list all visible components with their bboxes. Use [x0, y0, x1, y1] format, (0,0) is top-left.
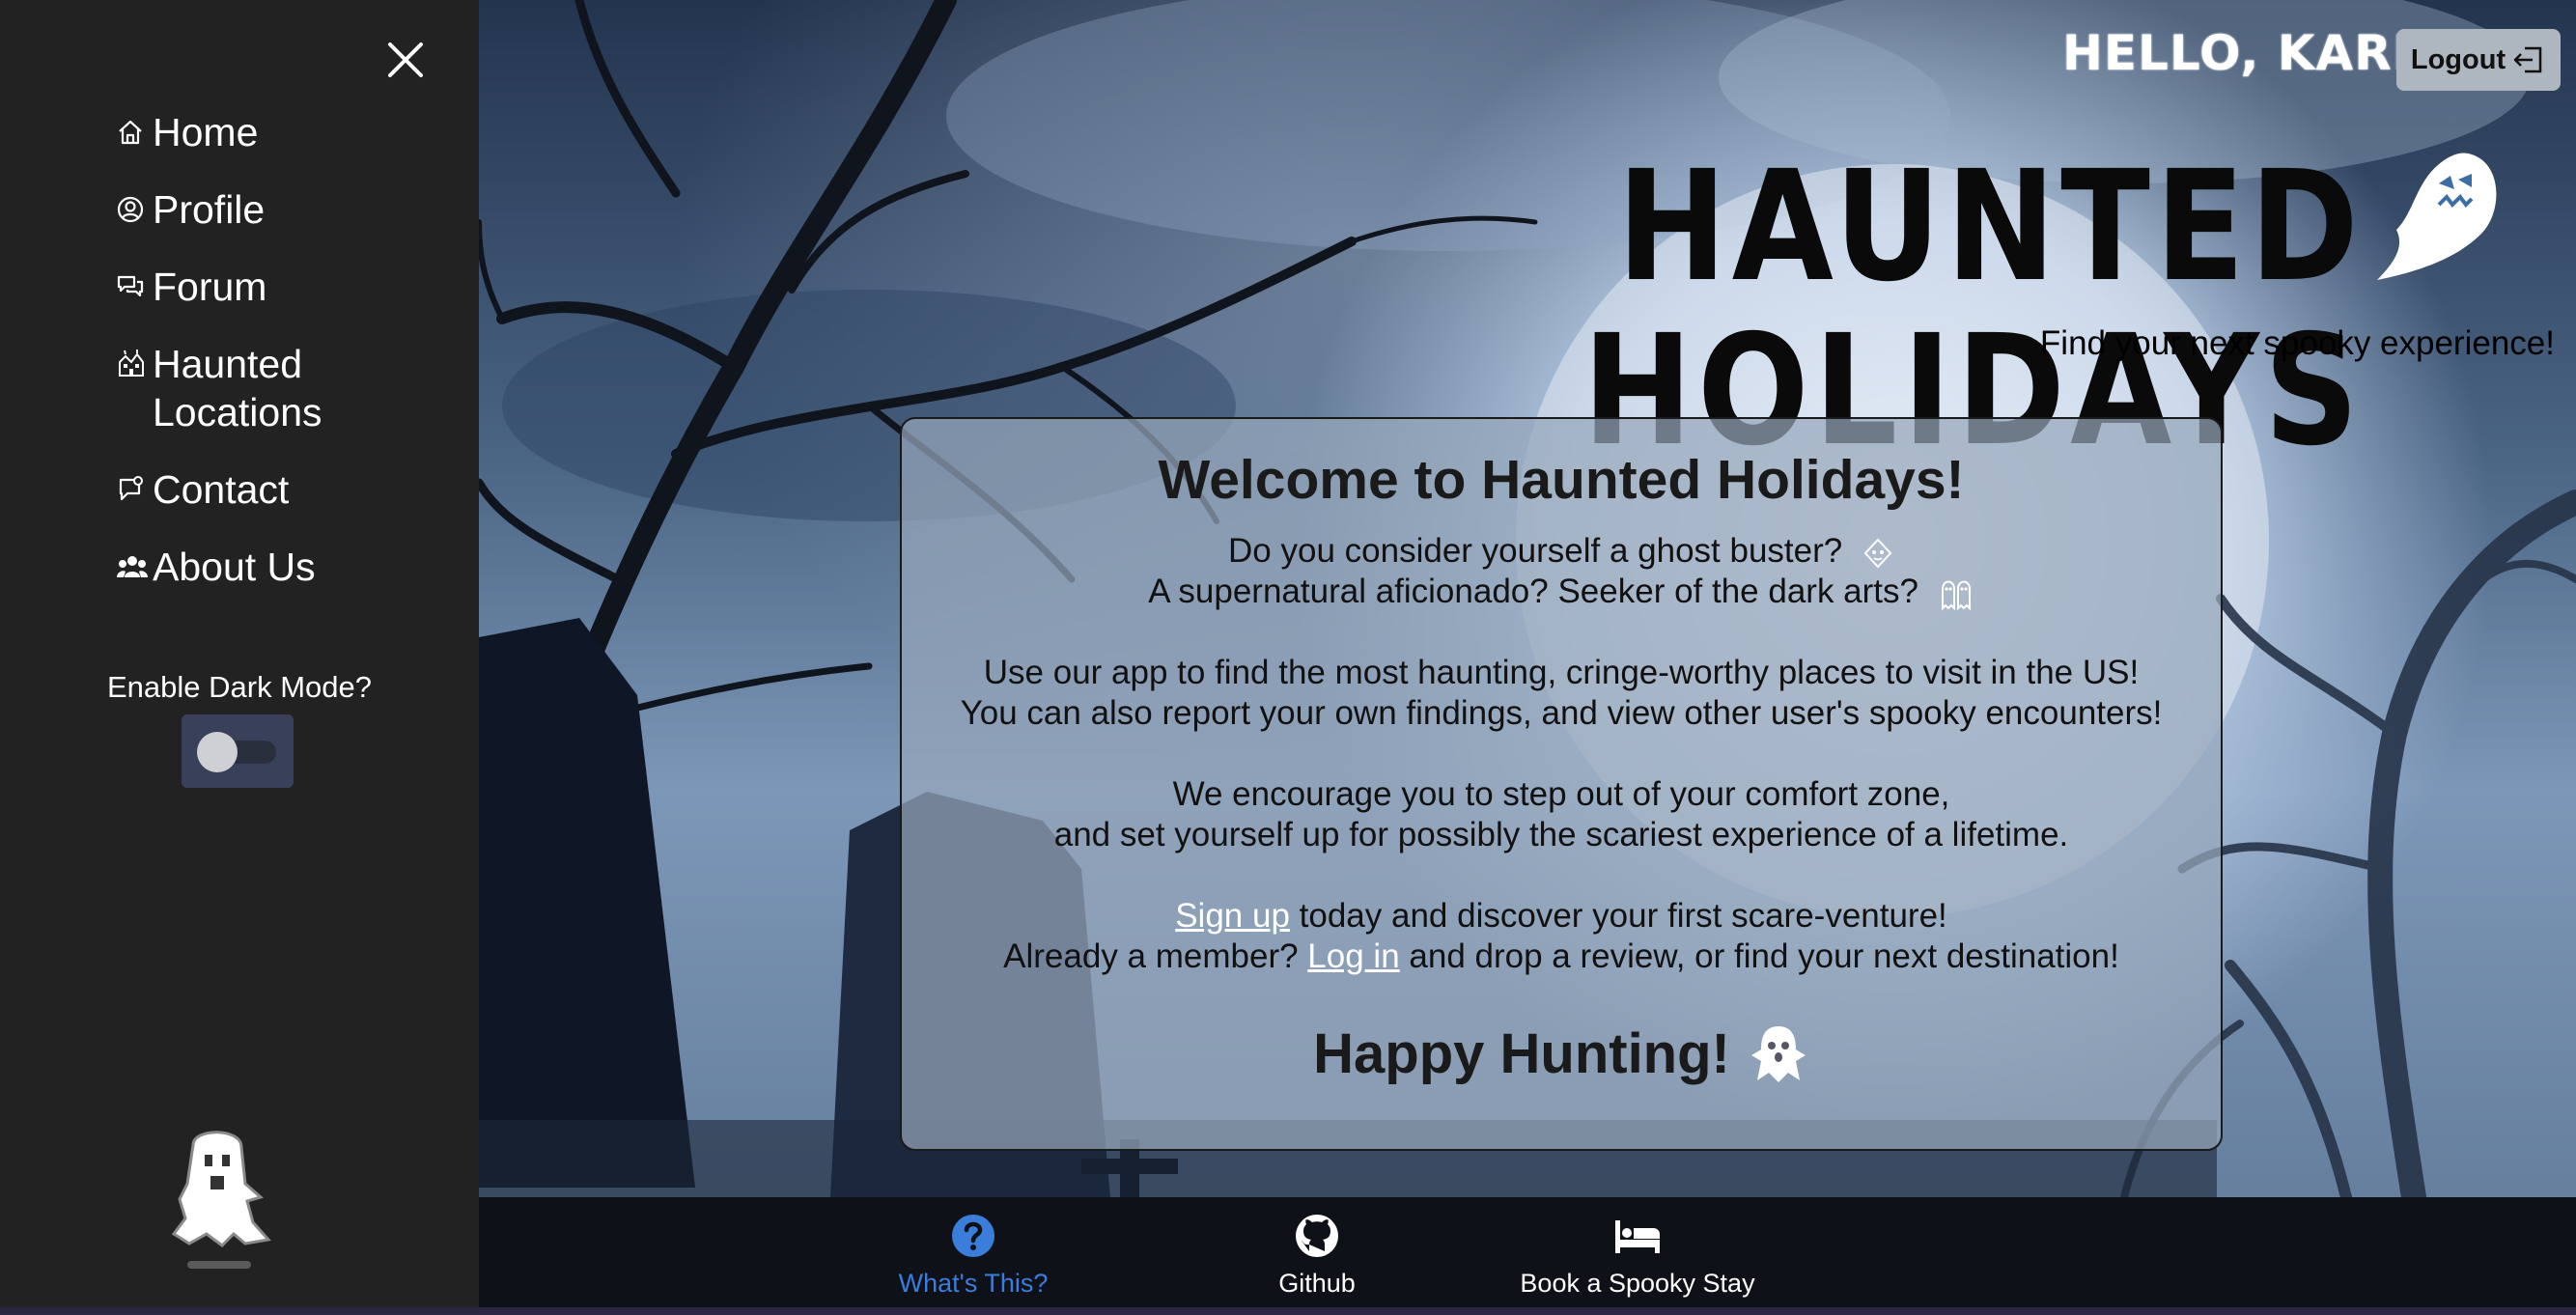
toggle-knob: [197, 732, 238, 772]
welcome-line: Use our app to find the most haunting, c…: [983, 654, 2140, 691]
login-line: Already a member? Log in and drop a revi…: [1003, 937, 2119, 975]
sidebar-item-label: Contact: [153, 467, 290, 512]
sidebar-item-label: About Us: [153, 545, 316, 589]
footer-edge: [0, 1307, 2576, 1315]
sidebar-item-label: Home: [153, 110, 259, 154]
welcome-card: Welcome to Haunted Holidays! Do you cons…: [900, 417, 2223, 1151]
logout-label: Logout: [2410, 43, 2506, 75]
sidebar-item-forum[interactable]: Forum: [116, 263, 322, 311]
footer-item-label: What's This?: [898, 1269, 1049, 1298]
ghost-badge-icon: [1863, 538, 1892, 569]
welcome-line: A supernatural aficionado? Seeker of the…: [902, 572, 2221, 612]
github-button[interactable]: Github: [1240, 1213, 1394, 1299]
sidebar: Home Profile Forum Haunted Locations Con…: [0, 0, 479, 1315]
bed-icon: [1615, 1220, 1660, 1253]
welcome-line: You can also report your own findings, a…: [960, 694, 2163, 732]
close-icon: [388, 42, 423, 77]
footer-item-label: Github: [1278, 1269, 1356, 1298]
ghosts-pair-icon: [1941, 580, 1971, 611]
message-icon: [116, 465, 153, 514]
pixel-ghost-icon: [164, 1126, 272, 1275]
tagline: Find your next spooky experience!: [2039, 324, 2555, 362]
people-icon: [116, 543, 153, 591]
login-link[interactable]: Log in: [1307, 937, 1399, 975]
sidebar-item-home[interactable]: Home: [116, 108, 322, 156]
signup-link[interactable]: Sign up: [1175, 897, 1290, 935]
sidebar-item-profile[interactable]: Profile: [116, 185, 322, 234]
close-menu-button[interactable]: [384, 39, 427, 81]
sidebar-nav: Home Profile Forum Haunted Locations Con…: [116, 108, 322, 620]
dark-mode-label: Enable Dark Mode?: [107, 670, 372, 704]
sidebar-item-label: Profile: [153, 187, 266, 232]
sidebar-item-about-us[interactable]: About Us: [116, 543, 322, 591]
welcome-line: and set yourself up for possibly the sca…: [1053, 816, 2069, 853]
ghost-icon: [1750, 1025, 1806, 1082]
dark-mode-toggle[interactable]: [182, 714, 294, 788]
github-icon: [1296, 1215, 1338, 1257]
sidebar-item-contact[interactable]: Contact: [116, 465, 322, 514]
sidebar-item-haunted-locations[interactable]: Haunted Locations: [116, 340, 322, 436]
footer-nav: What's This? Github Book a Spooky Stay: [479, 1197, 2576, 1307]
book-stay-button[interactable]: Book a Spooky Stay: [1483, 1213, 1792, 1299]
sidebar-item-label: Forum: [153, 265, 267, 309]
user-circle-icon: [116, 185, 153, 234]
footer-item-label: Book a Spooky Stay: [1520, 1269, 1755, 1298]
question-circle-icon: [952, 1215, 994, 1257]
sidebar-item-label: Haunted Locations: [153, 342, 322, 434]
chat-icon: [116, 263, 153, 311]
welcome-line: Do you consider yourself a ghost buster?: [902, 531, 2221, 572]
welcome-title: Welcome to Haunted Holidays!: [1158, 449, 1965, 511]
logout-icon: [2513, 46, 2542, 73]
ghost-logo-icon: [2358, 145, 2503, 294]
signup-line: Sign up today and discover your first sc…: [1175, 897, 1947, 935]
haunted-house-icon: [116, 340, 153, 388]
home-icon: [116, 108, 153, 156]
logout-button[interactable]: Logout: [2396, 29, 2561, 91]
closing-text: Happy Hunting!: [1313, 1022, 1730, 1085]
happy-hunting: Happy Hunting!: [902, 1021, 2221, 1086]
whats-this-button[interactable]: What's This?: [877, 1213, 1070, 1299]
welcome-line: We encourage you to step out of your com…: [1172, 775, 1950, 813]
